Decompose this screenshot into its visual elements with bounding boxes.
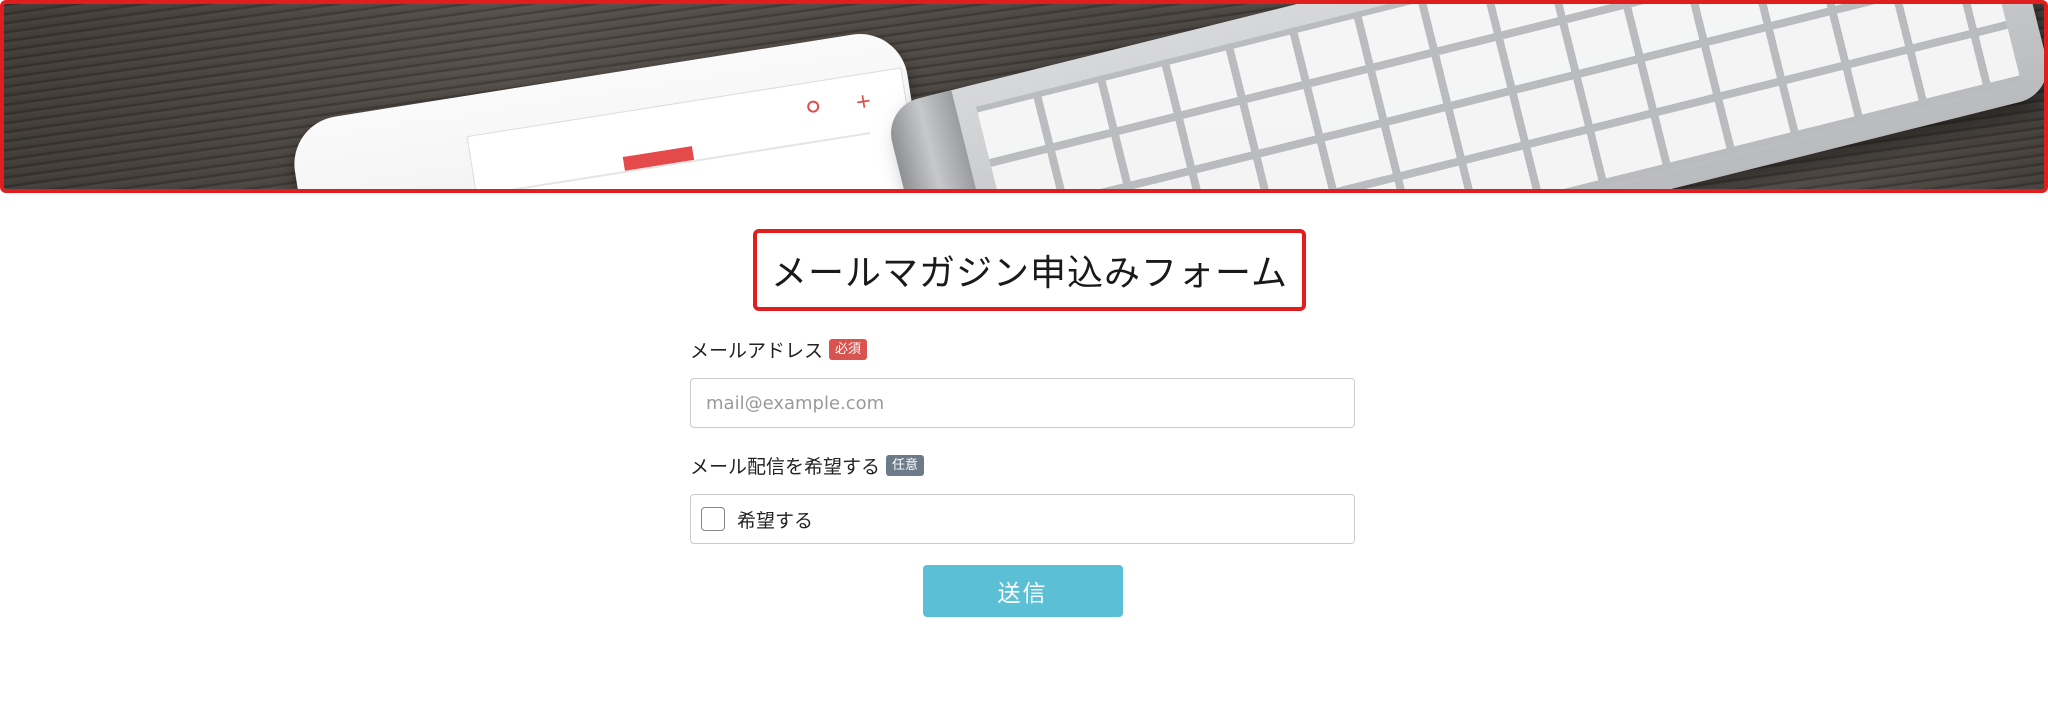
plus-icon: +: [853, 87, 874, 114]
email-input[interactable]: [690, 378, 1355, 428]
keyboard-keys: [976, 4, 2022, 189]
subscribe-label: メール配信を希望する: [690, 455, 881, 478]
tablet-screen: +: [466, 67, 936, 189]
newsletter-form: メールアドレス 必須 メール配信を希望する 任意 希望する 送信: [690, 334, 1355, 617]
checkbox-label: 希望する: [737, 509, 814, 532]
required-badge: 必須: [829, 338, 868, 360]
subscribe-checkbox-field[interactable]: 希望する: [690, 494, 1355, 544]
magnifier-icon: [806, 99, 821, 114]
email-label-row: メールアドレス 必須: [690, 334, 1355, 364]
submit-row: 送信: [690, 565, 1355, 617]
optional-badge: 任意: [886, 454, 925, 476]
hero-banner-image: +: [0, 0, 2048, 193]
subscribe-label-row: メール配信を希望する 任意: [690, 450, 1355, 480]
submit-button[interactable]: 送信: [922, 565, 1123, 617]
tablet-graphic: +: [287, 27, 941, 189]
page-title-box: メールマガジン申込みフォーム: [753, 229, 1306, 311]
tablet-divider: [494, 132, 871, 189]
email-label: メールアドレス: [690, 339, 824, 362]
checkbox[interactable]: [701, 507, 725, 531]
page-title: メールマガジン申込みフォーム: [771, 253, 1288, 294]
keyboard-graphic: [883, 4, 2044, 189]
